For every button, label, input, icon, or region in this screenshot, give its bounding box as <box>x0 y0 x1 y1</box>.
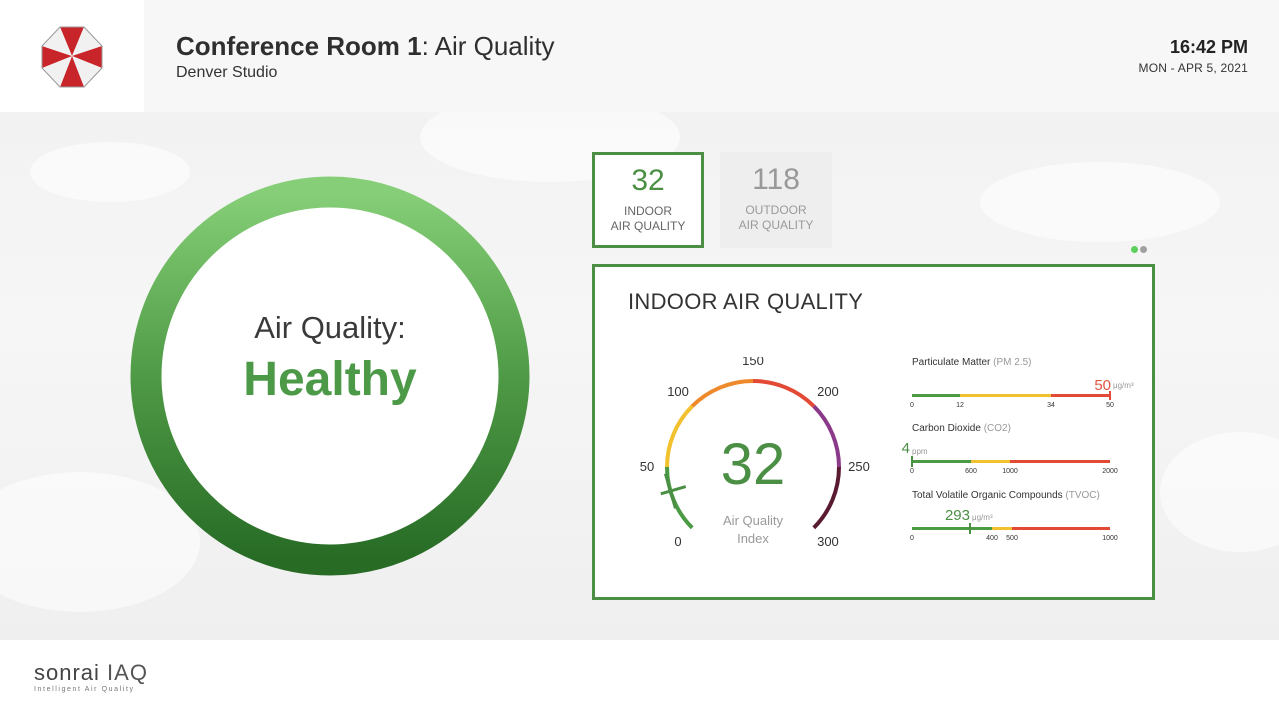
metric-pm25: Particulate Matter (PM 2.5) 50 μg/m³ 0 1… <box>910 357 1134 409</box>
page-title-block: Conference Room 1: Air Quality Denver St… <box>176 30 555 82</box>
outdoor-aq-value: 118 <box>752 163 800 196</box>
footer-brand-logo: sonrai IAQ Intelligent Air Quality <box>34 660 148 693</box>
header-bar: Conference Room 1: Air Quality Denver St… <box>0 0 1279 112</box>
status-ring-label: Air Quality: <box>254 310 406 345</box>
gauge-tick-label: 0 <box>674 534 681 549</box>
title-suffix: : Air Quality <box>421 31 555 61</box>
gauge-arc-sensitive <box>690 379 754 408</box>
metric-tvoc: Total Volatile Organic Compounds (TVOC) … <box>910 490 1118 542</box>
svg-text:1000: 1000 <box>1002 468 1018 475</box>
gauge-tick-label: 300 <box>817 534 839 549</box>
pager-dot[interactable] <box>1140 246 1147 253</box>
pm25-scale: 50 μg/m³ 0 12 34 50 <box>910 377 1134 409</box>
indoor-aq-tile[interactable]: 32 INDOOR AIR QUALITY <box>592 152 704 248</box>
pager-dot-active[interactable] <box>1131 246 1138 253</box>
metric-unit: μg/m³ <box>1113 381 1134 390</box>
tvoc-scale: 293 μg/m³ 0 400 500 1000 <box>910 507 1118 542</box>
clock-time: 16:42 PM <box>1169 37 1248 57</box>
svg-text:600: 600 <box>965 468 977 475</box>
svg-text:12: 12 <box>956 402 964 409</box>
indoor-aq-value: 32 <box>631 164 665 197</box>
svg-text:0: 0 <box>910 535 914 542</box>
footer-tagline: Intelligent Air Quality <box>34 686 135 693</box>
footer-brand-name: sonrai IAQ <box>34 660 148 685</box>
svg-text:0: 0 <box>910 402 914 409</box>
gauge-tick-label: 200 <box>817 384 839 399</box>
svg-text:400: 400 <box>986 535 998 542</box>
background-cloud <box>1160 432 1279 552</box>
location-label: Denver Studio <box>176 64 278 81</box>
gauge-tick-label: 50 <box>640 459 654 474</box>
logo-box <box>0 0 144 112</box>
metric-co2: Carbon Dioxide (CO2) 4 ppm 0 600 1000 20… <box>902 423 1118 475</box>
gauge-label-line2: Index <box>737 531 769 546</box>
aqi-gauge: 0 50 100 150 200 250 300 32 Air Quality Index <box>640 357 870 549</box>
background-cloud <box>980 162 1220 242</box>
status-ring-text: Air Quality: Healthy <box>130 176 530 576</box>
gauge-needle <box>660 485 687 496</box>
metric-unit: ppm <box>912 447 928 456</box>
co2-scale: 4 ppm 0 600 1000 2000 <box>902 440 1118 475</box>
clock-date: MON - APR 5, 2021 <box>1138 61 1248 75</box>
metric-unit: μg/m³ <box>972 513 993 522</box>
pager-dots <box>1131 240 1149 258</box>
panel-title: INDOOR AIR QUALITY <box>628 289 864 314</box>
gauge-arc-very-unhealthy <box>812 404 841 468</box>
room-name: Conference Room 1 <box>176 31 422 61</box>
gauge-arc-unhealthy <box>752 379 816 408</box>
status-ring-value: Healthy <box>243 353 417 406</box>
gauge-tick-label: 100 <box>667 384 689 399</box>
gauge-value: 32 <box>721 432 786 497</box>
clock: 16:42 PM MON - APR 5, 2021 <box>1139 37 1248 75</box>
outdoor-aq-label: OUTDOOR AIR QUALITY <box>738 203 814 232</box>
svg-text:50: 50 <box>1106 402 1114 409</box>
gauge-tick-label: 250 <box>848 459 870 474</box>
svg-text:0: 0 <box>910 468 914 475</box>
svg-text:1000: 1000 <box>1102 535 1118 542</box>
gauge-arc-moderate <box>665 404 694 468</box>
gauge-tick-label: 150 <box>742 357 764 368</box>
outdoor-aq-tile[interactable]: 118 OUTDOOR AIR QUALITY <box>720 152 832 248</box>
metric-value: 4 <box>902 440 910 457</box>
gauge-arc-hazardous <box>812 466 841 530</box>
metric-value: 293 <box>945 507 970 524</box>
indoor-aq-label: INDOOR AIR QUALITY <box>610 204 686 233</box>
main-area: Air Quality: Healthy 32 INDOOR AIR QUALIT… <box>0 112 1279 640</box>
svg-text:34: 34 <box>1047 402 1055 409</box>
gauge-label-line1: Air Quality <box>723 513 783 528</box>
metric-value: 50 <box>1094 377 1111 394</box>
svg-text:2000: 2000 <box>1102 468 1118 475</box>
svg-text:500: 500 <box>1006 535 1018 542</box>
indoor-aq-panel: INDOOR AIR QUALITY 0 50 100 150 200 250 300 32… <box>592 264 1155 600</box>
umbrella-logo-icon <box>41 26 103 88</box>
page-title: Conference Room 1: Air Quality <box>176 30 555 62</box>
